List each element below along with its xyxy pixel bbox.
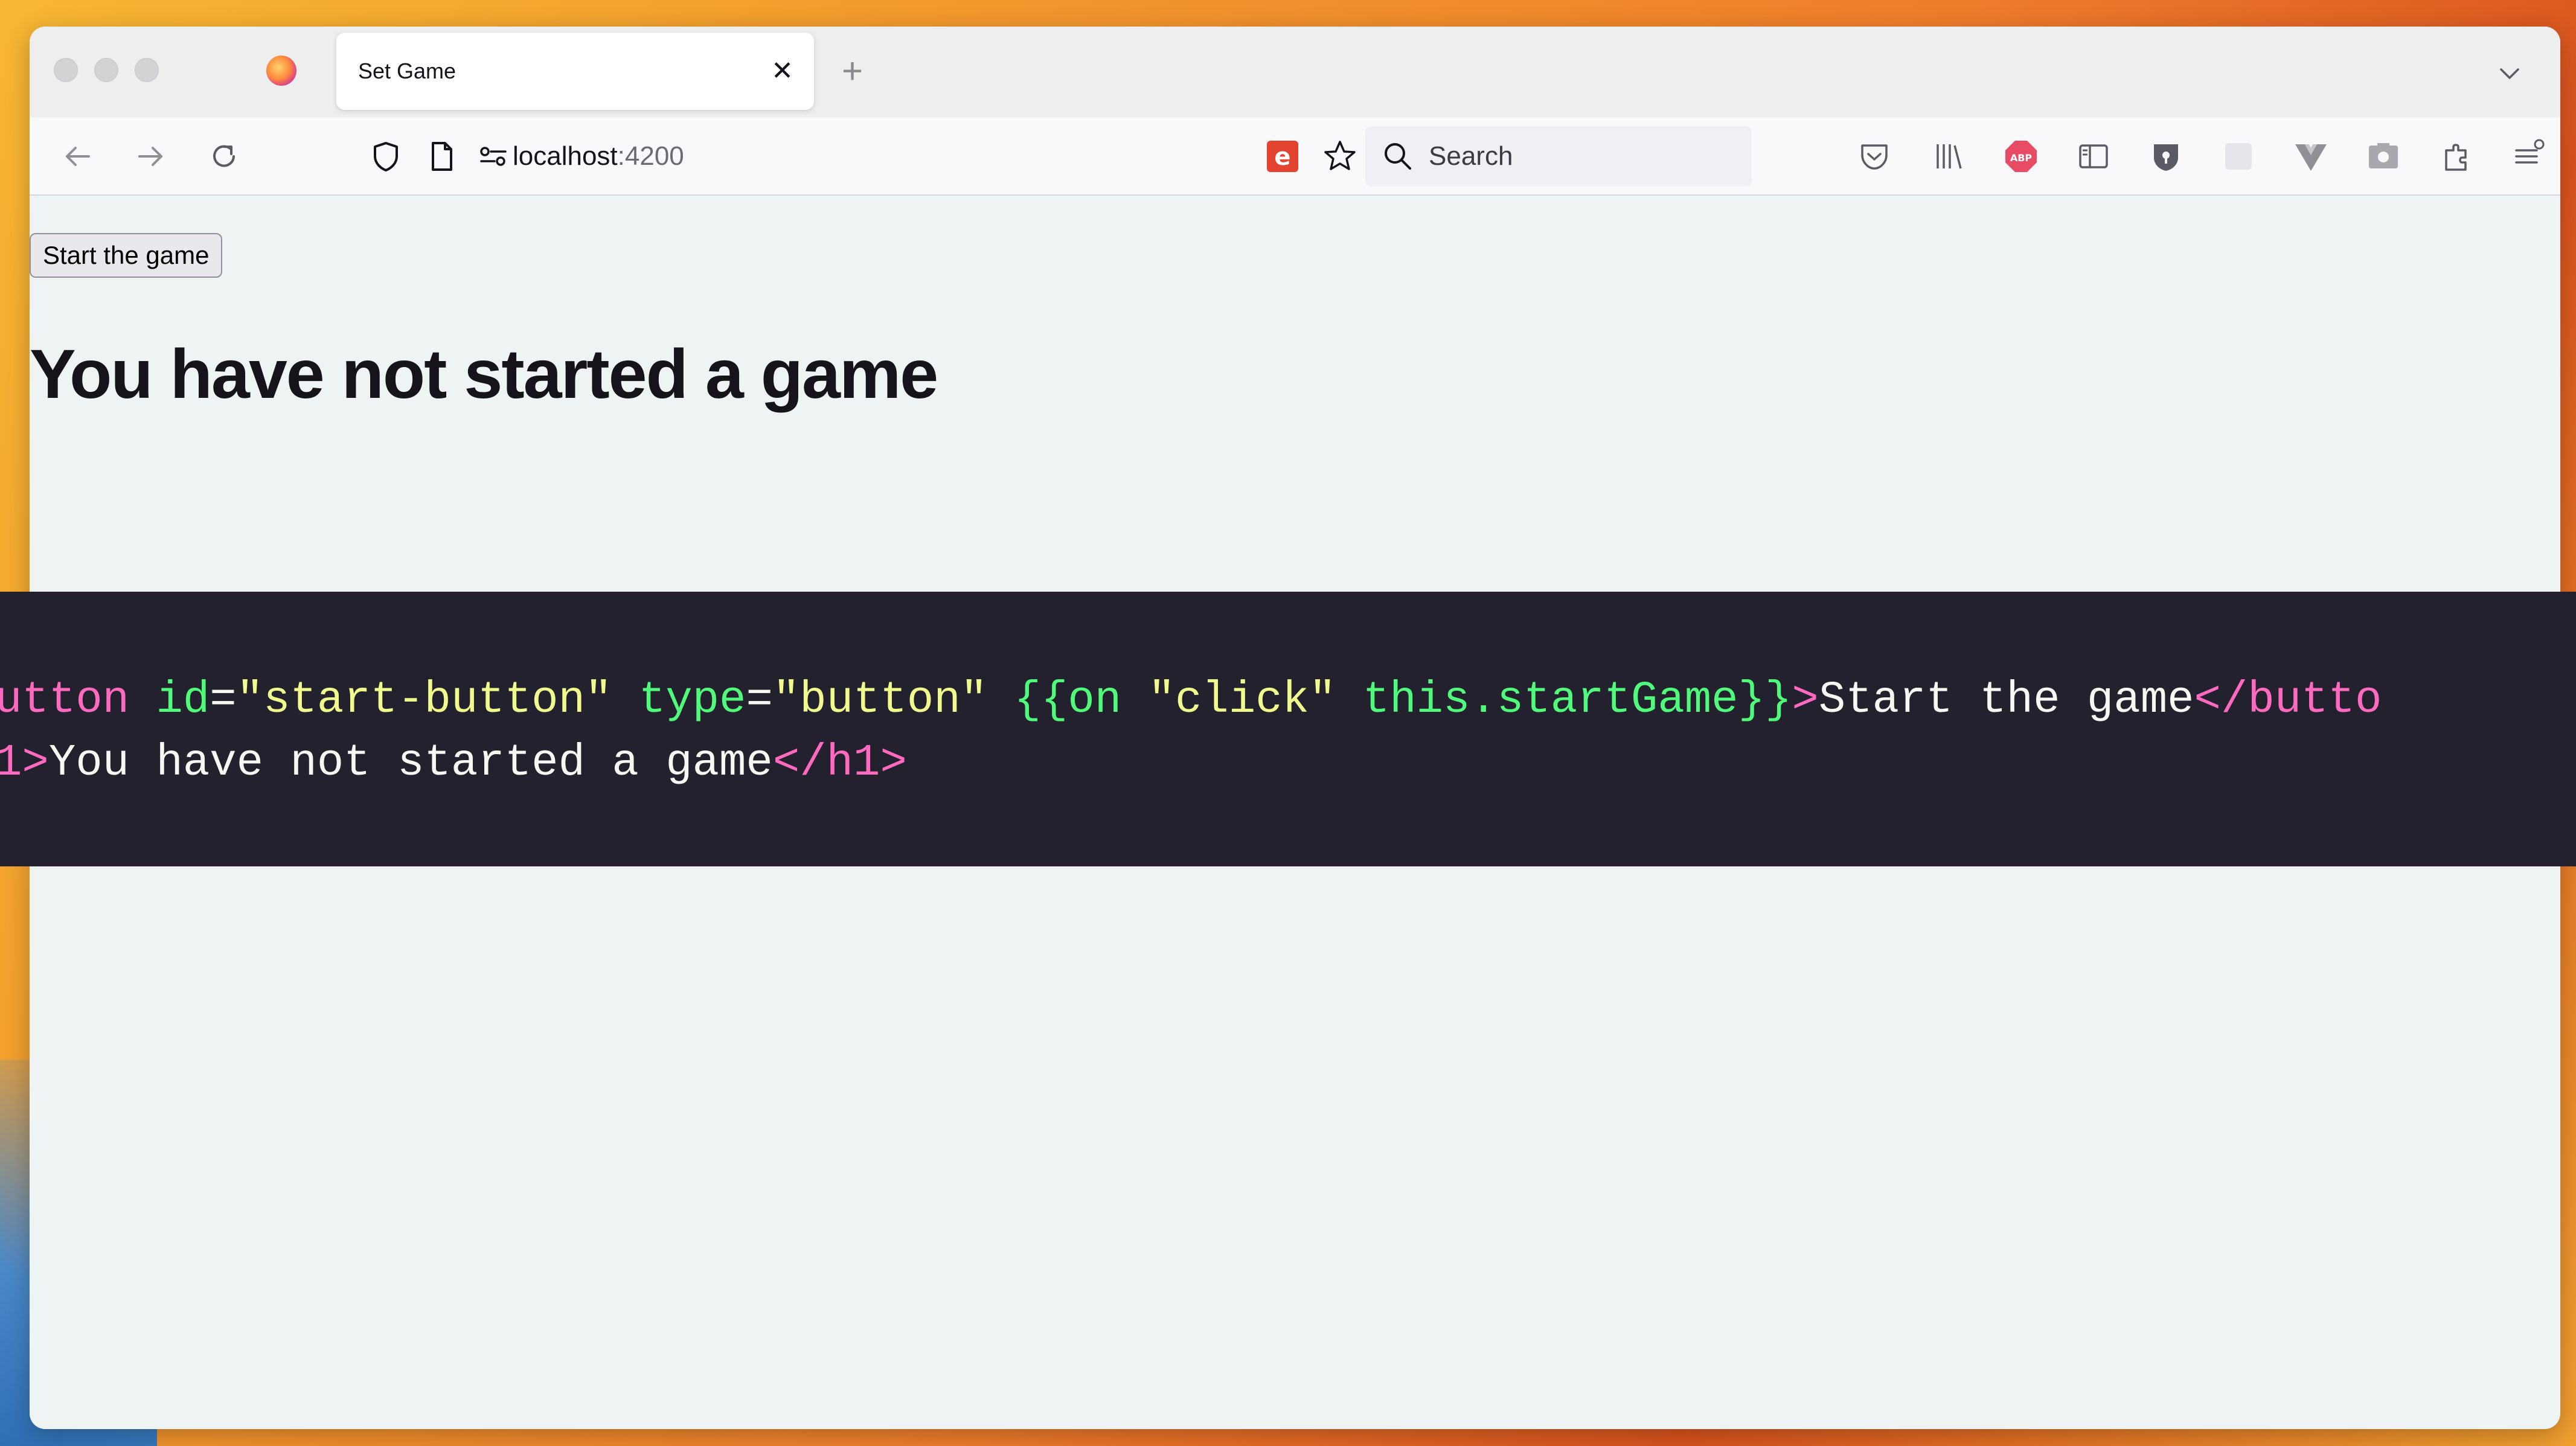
code-click-string: "click" (1148, 675, 1336, 726)
code-line-2: 1>You have not started a game</h1> (0, 738, 907, 789)
code-tag-open: utton (0, 675, 130, 726)
code-gt: > (1792, 675, 1819, 726)
svg-text:e: e (1274, 143, 1290, 171)
forward-icon[interactable] (132, 138, 168, 174)
code-tag-tail: 1> (0, 738, 49, 789)
extension-e-icon[interactable]: e (1264, 138, 1301, 174)
start-game-button[interactable]: Start the game (30, 233, 223, 278)
svg-text:ABP: ABP (2010, 152, 2033, 164)
list-all-tabs-icon[interactable] (2498, 62, 2522, 86)
url-bar[interactable]: localhost:4200 e (332, 126, 1376, 187)
code-handlebars-open: {{on (987, 675, 1149, 726)
code-heading-text: You have not started a game (48, 738, 773, 789)
code-attr-type: type (612, 675, 746, 726)
password-manager-icon[interactable] (2148, 138, 2184, 174)
search-placeholder: Search (1429, 141, 1513, 171)
vue-devtools-icon[interactable] (2293, 138, 2329, 174)
new-tab-icon[interactable]: + (842, 53, 863, 89)
sidebar-icon[interactable] (2075, 138, 2112, 174)
back-icon[interactable] (60, 138, 96, 174)
pocket-icon[interactable] (1856, 138, 1892, 174)
code-close-tag: </h1> (772, 738, 907, 789)
code-type-value: "button" (772, 675, 988, 726)
navigation-toolbar: localhost:4200 e Search ABP (30, 117, 2560, 196)
tab-title: Set Game (358, 59, 457, 83)
url-port: :4200 (617, 141, 684, 171)
library-icon[interactable] (1930, 138, 1967, 174)
tab-set-game[interactable]: Set Game ✕ (336, 33, 814, 110)
url-text[interactable]: localhost:4200 (513, 126, 684, 187)
code-handlebars-rest: this.startGame}} (1336, 675, 1792, 726)
reload-icon[interactable] (206, 138, 242, 174)
extension-blank-icon[interactable] (2220, 138, 2257, 174)
code-equals: = (746, 675, 773, 726)
tab-close-icon[interactable]: ✕ (771, 33, 793, 110)
search-icon (1385, 143, 1411, 170)
code-line-1: utton id="start-button" type="button" {{… (0, 675, 2382, 726)
code-overlay: utton id="start-button" type="button" {{… (0, 592, 2576, 866)
search-bar[interactable]: Search (1365, 126, 1752, 187)
code-button-text: Start the game (1818, 675, 2194, 726)
tab-strip: Set Game ✕ + (30, 27, 2560, 117)
code-close-tag: </butto (2194, 675, 2382, 726)
minimize-window-button[interactable] (94, 58, 118, 82)
screenshot-extension-icon[interactable] (2365, 138, 2401, 174)
app-menu-icon[interactable] (2510, 138, 2546, 174)
code-equals: = (210, 675, 237, 726)
page-info-icon[interactable] (423, 138, 460, 174)
maximize-window-button[interactable] (135, 58, 159, 82)
bookmark-star-icon[interactable] (1322, 138, 1358, 174)
permissions-icon[interactable] (475, 138, 511, 174)
adblock-plus-icon[interactable]: ABP (2003, 138, 2039, 174)
code-attr-id: id (129, 675, 210, 726)
code-id-value: "start-button" (236, 675, 612, 726)
page-heading: You have not started a game (30, 336, 938, 413)
firefox-view-icon[interactable] (266, 56, 296, 86)
close-window-button[interactable] (54, 58, 78, 82)
url-host: localhost (513, 141, 618, 171)
shield-icon[interactable] (368, 138, 404, 174)
extensions-icon[interactable] (2439, 138, 2475, 174)
